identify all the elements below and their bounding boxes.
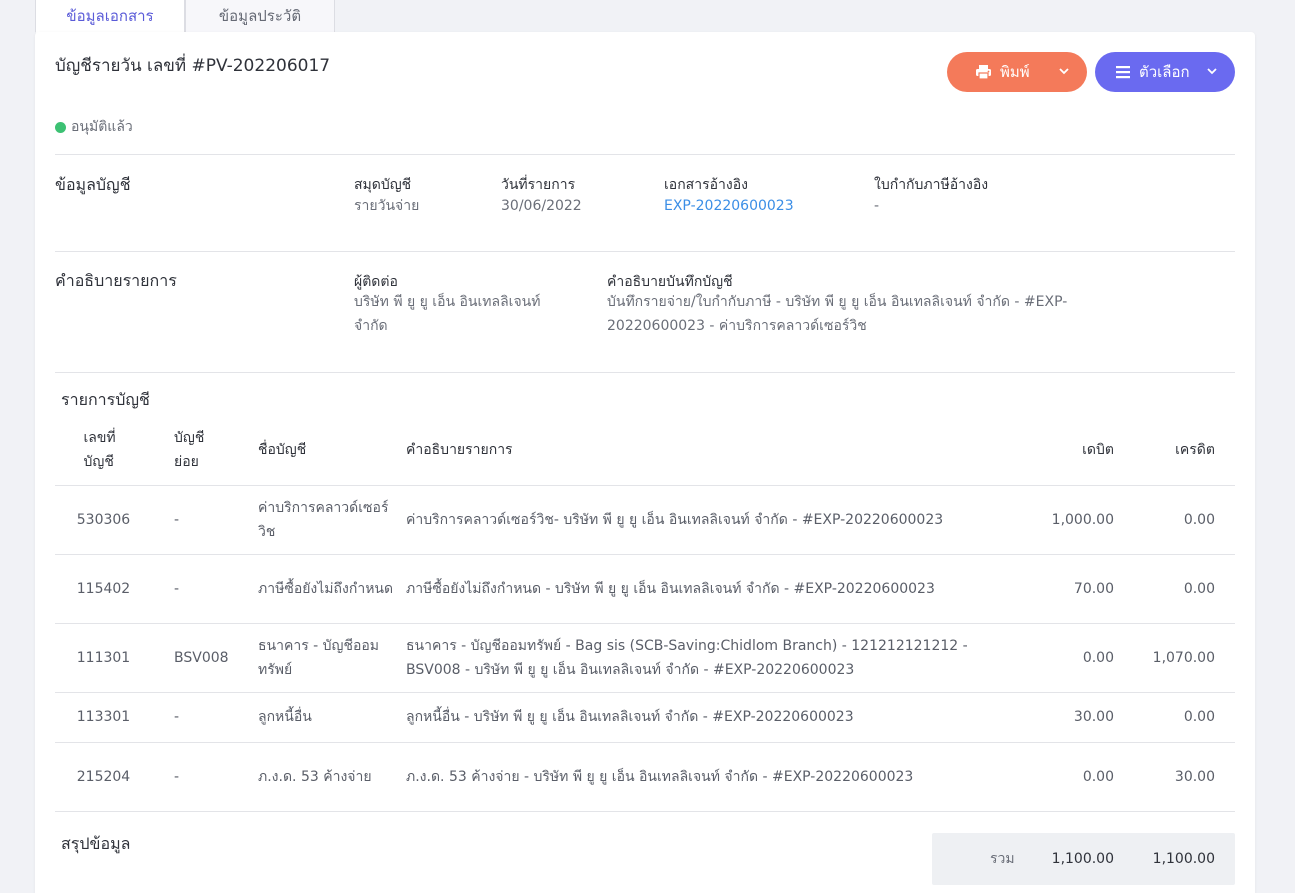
- col-account-no: เลขที่ บัญชี: [55, 415, 152, 486]
- account-info-title: ข้อมูลบัญชี: [55, 175, 131, 194]
- ref-doc-link[interactable]: EXP-20220600023: [664, 194, 794, 218]
- summary-total-box: รวม 1,100.00 1,100.00: [932, 833, 1235, 885]
- table-row: 115402 - ภาษีซื้อยังไม่ถึงกำหนด ภาษีซื้อ…: [55, 554, 1235, 624]
- account-name: ค่าบริการคลาวด์เซอร์วิช: [250, 485, 402, 555]
- credit-value: 0.00: [1115, 485, 1235, 555]
- status-text: อนุมัติแล้ว: [71, 119, 133, 135]
- print-label: พิมพ์: [1000, 64, 1030, 81]
- col-account-name: ชื่อบัญชี: [250, 415, 402, 486]
- status-badge: อนุมัติแล้ว: [55, 116, 133, 138]
- debit-value: 30.00: [1005, 692, 1115, 743]
- account-no: 215204: [55, 742, 152, 812]
- account-no: 115402: [55, 554, 152, 624]
- divider: [55, 154, 1235, 155]
- debit-value: 0.00: [1005, 742, 1115, 812]
- sub-account: -: [152, 554, 250, 624]
- chevron-down-icon: [1205, 64, 1219, 78]
- divider: [55, 372, 1235, 373]
- journal-label: สมุดบัญชี: [354, 177, 412, 193]
- account-name: ภ.ง.ด. 53 ค้างจ่าย: [250, 742, 402, 812]
- document-tabs: ข้อมูลเอกสาร ข้อมูลประวัติ: [35, 0, 335, 33]
- tax-ref-label: ใบกำกับภาษีอ้างอิง: [874, 177, 989, 193]
- chevron-down-icon: [1057, 64, 1071, 78]
- options-button[interactable]: ตัวเลือก: [1095, 52, 1235, 92]
- credit-value: 0.00: [1115, 554, 1235, 624]
- sub-account: -: [152, 692, 250, 743]
- entry-description: ธนาคาร - บัญชีออมทรัพย์ - Bag sis (SCB-S…: [402, 623, 1005, 693]
- page-title: บัญชีรายวัน เลขที่ #PV-202206017: [55, 56, 331, 76]
- status-dot-icon: [55, 121, 66, 133]
- options-label: ตัวเลือก: [1139, 64, 1190, 81]
- menu-icon: [1115, 65, 1131, 79]
- note-value: บันทึกรายจ่าย/ใบกำกับภาษี - บริษัท พี ยู…: [607, 294, 1068, 334]
- date-value: 30/06/2022: [501, 198, 582, 214]
- col-debit: เดบิต: [1005, 415, 1115, 486]
- credit-value: 0.00: [1115, 692, 1235, 743]
- account-name: ธนาคาร - บัญชีออมทรัพย์: [250, 623, 402, 693]
- account-no: 111301: [55, 623, 152, 693]
- account-name: ลูกหนี้อื่น: [250, 692, 402, 743]
- ref-doc-label: เอกสารอ้างอิง: [664, 177, 748, 193]
- account-no: 113301: [55, 692, 152, 743]
- tab-document-info[interactable]: ข้อมูลเอกสาร: [35, 0, 185, 33]
- contact-value: บริษัท พี ยู ยู เอ็น อินเทลลิเจนท์ จำกัด: [354, 294, 541, 334]
- debit-value: 0.00: [1005, 623, 1115, 693]
- print-button[interactable]: พิมพ์: [947, 52, 1087, 92]
- description-title: คำอธิบายรายการ: [55, 271, 177, 290]
- tab-history[interactable]: ข้อมูลประวัติ: [185, 0, 335, 33]
- journal-card: บัญชีรายวัน เลขที่ #PV-202206017 พิมพ์ ต…: [35, 32, 1255, 893]
- table-row: 530306 - ค่าบริการคลาวด์เซอร์วิช ค่าบริก…: [55, 485, 1235, 555]
- total-label: รวม: [990, 851, 1015, 867]
- entry-description: ภ.ง.ด. 53 ค้างจ่าย - บริษัท พี ยู ยู เอ็…: [402, 742, 1005, 812]
- date-label: วันที่รายการ: [501, 177, 576, 193]
- credit-value: 1,070.00: [1115, 623, 1235, 693]
- sub-account: -: [152, 742, 250, 812]
- summary-title: สรุปข้อมูล: [61, 834, 131, 853]
- sub-account: -: [152, 485, 250, 555]
- divider: [55, 251, 1235, 252]
- account-name: ภาษีซื้อยังไม่ถึงกำหนด: [250, 554, 402, 624]
- credit-value: 30.00: [1115, 742, 1235, 812]
- entry-description: ลูกหนี้อื่น - บริษัท พี ยู ยู เอ็น อินเท…: [402, 692, 1005, 743]
- debit-value: 70.00: [1005, 554, 1115, 624]
- debit-value: 1,000.00: [1005, 485, 1115, 555]
- printer-icon: [975, 64, 992, 80]
- account-no: 530306: [55, 485, 152, 555]
- total-debit: 1,100.00: [1051, 851, 1114, 867]
- tax-ref-value: -: [874, 198, 880, 214]
- col-description: คำอธิบายรายการ: [402, 415, 1005, 486]
- journal-value: รายวันจ่าย: [354, 198, 420, 214]
- entries-table: เลขที่ บัญชี บัญชี ย่อย ชื่อบัญชี คำอธิบ…: [55, 415, 1235, 812]
- table-header-row: เลขที่ บัญชี บัญชี ย่อย ชื่อบัญชี คำอธิบ…: [55, 415, 1235, 486]
- entries-title: รายการบัญชี: [61, 390, 150, 409]
- total-credit: 1,100.00: [1152, 851, 1215, 867]
- sub-account: BSV008: [152, 623, 250, 693]
- entry-description: ภาษีซื้อยังไม่ถึงกำหนด - บริษัท พี ยู ยู…: [402, 554, 1005, 624]
- table-row: 111301 BSV008 ธนาคาร - บัญชีออมทรัพย์ ธน…: [55, 623, 1235, 693]
- entry-description: ค่าบริการคลาวด์เซอร์วิช- บริษัท พี ยู ยู…: [402, 485, 1005, 555]
- table-row: 113301 - ลูกหนี้อื่น ลูกหนี้อื่น - บริษั…: [55, 692, 1235, 743]
- table-row: 215204 - ภ.ง.ด. 53 ค้างจ่าย ภ.ง.ด. 53 ค้…: [55, 742, 1235, 812]
- col-credit: เครดิต: [1115, 415, 1235, 486]
- col-sub-account: บัญชี ย่อย: [152, 415, 250, 486]
